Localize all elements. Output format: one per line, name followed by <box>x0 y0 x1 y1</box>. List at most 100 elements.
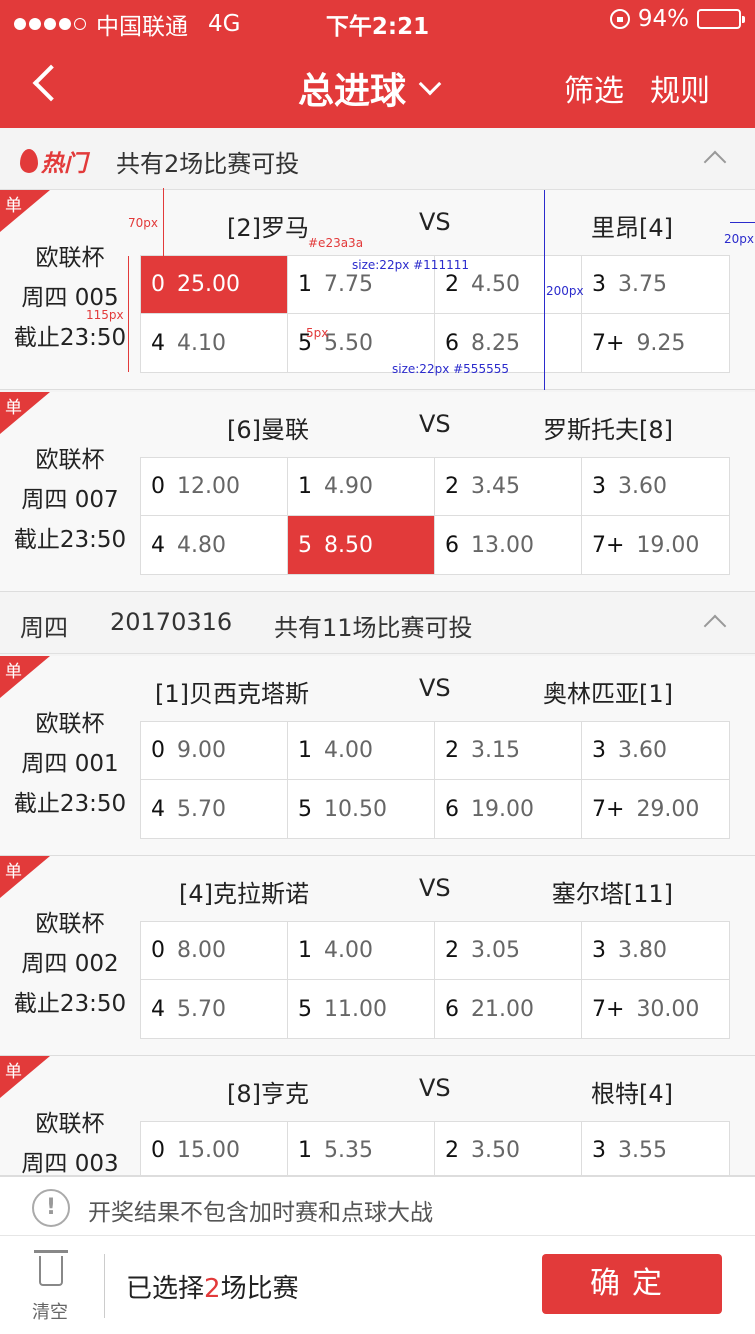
annotation-label: 70px <box>128 216 158 230</box>
goal-count: 3 <box>592 272 606 297</box>
annotation-label: #e23a3a <box>308 236 364 250</box>
goal-count: 3 <box>592 474 606 499</box>
goal-count: 7+ <box>592 996 625 1022</box>
odds-cell[interactable]: 2 3.50 <box>435 1122 582 1175</box>
goal-count: 5 <box>298 796 312 822</box>
odds-cell[interactable]: 7+ 9.25 <box>582 314 729 372</box>
confirm-button[interactable]: 确定 <box>542 1254 722 1314</box>
goal-count: 6 <box>445 996 459 1022</box>
trash-icon[interactable] <box>34 1248 68 1288</box>
day-section-summary: 共有11场比赛可投 <box>274 614 473 642</box>
single-tag: 单 <box>0 856 50 898</box>
odds-value: 21.00 <box>471 996 534 1022</box>
bottom-bar: 清空 已选择2场比赛 确定 <box>0 1236 755 1334</box>
odds-value: 3.55 <box>618 1138 667 1163</box>
goal-count: 7+ <box>592 330 625 356</box>
odds-grid: 0 8.00 1 4.00 2 3.05 3 3.80 4 5.70 5 11.00 6 21.00 7+ 3… <box>140 921 730 1039</box>
clear-button-label[interactable]: 清空 <box>32 1298 68 1324</box>
match-card: 单欧联杯 周四 002 截止23:50 [4]克拉斯诺 VS 塞尔塔[11] 0 8.00 1 4… <box>0 856 755 1056</box>
odds-value: 13.00 <box>471 532 534 558</box>
day-section-header[interactable]: 周四 20170316 共有11场比赛可投 <box>0 592 755 654</box>
odds-cell[interactable]: 4 4.80 <box>141 516 288 574</box>
odds-value: 5.70 <box>177 796 226 822</box>
goal-count: 1 <box>298 938 312 963</box>
annotation-line <box>730 222 755 223</box>
match-code: 周四 002 <box>21 951 119 977</box>
odds-cell[interactable]: 0 15.00 <box>141 1122 288 1175</box>
odds-cell[interactable]: 0 9.00 <box>141 722 288 780</box>
vs-label: VS <box>419 874 451 902</box>
odds-cell[interactable]: 6 19.00 <box>435 780 582 838</box>
info-icon: ! <box>32 1189 70 1227</box>
odds-cell[interactable]: 5 10.50 <box>288 780 435 838</box>
odds-cell[interactable]: 4 4.10 <box>141 314 288 372</box>
league-label: 欧联杯 <box>35 447 105 473</box>
odds-cell[interactable]: 1 5.35 <box>288 1122 435 1175</box>
hot-section-header[interactable]: 热门 共有2场比赛可投 <box>0 128 755 190</box>
notice-text: 开奖结果不包含加时赛和点球大战 <box>88 1200 433 1226</box>
odds-cell[interactable]: 1 4.00 <box>288 722 435 780</box>
league-label: 欧联杯 <box>35 245 105 271</box>
odds-cell[interactable]: 4 5.70 <box>141 780 288 838</box>
odds-cell[interactable]: 7+ 19.00 <box>582 516 729 574</box>
odds-cell[interactable]: 0 12.00 <box>141 458 288 516</box>
goal-count: 3 <box>592 1138 606 1163</box>
odds-value: 3.60 <box>618 474 667 499</box>
rules-button[interactable]: 规则 <box>650 66 710 110</box>
odds-value: 19.00 <box>471 796 534 822</box>
filter-button[interactable]: 筛选 <box>564 66 624 110</box>
odds-cell[interactable]: 6 13.00 <box>435 516 582 574</box>
goal-count: 1 <box>298 1138 312 1163</box>
odds-cell[interactable]: 0 25.00 <box>141 256 288 314</box>
league-label: 欧联杯 <box>35 711 105 737</box>
away-team: 根特[4] <box>591 1080 673 1108</box>
status-bar: 中国联通 4G 下午2:21 94% <box>0 0 755 42</box>
odds-cell[interactable]: 7+ 29.00 <box>582 780 729 838</box>
goal-count: 7+ <box>592 796 625 822</box>
odds-cell[interactable]: 0 8.00 <box>141 922 288 980</box>
odds-cell[interactable]: 3 3.60 <box>582 722 729 780</box>
odds-cell[interactable]: 5 8.50 <box>288 516 435 574</box>
annotation-label: 5px <box>306 326 329 340</box>
odds-cell[interactable]: 3 3.75 <box>582 256 729 314</box>
odds-value: 11.00 <box>324 996 387 1022</box>
odds-cell[interactable]: 5 11.00 <box>288 980 435 1038</box>
odds-value: 3.75 <box>618 272 667 297</box>
goal-count: 2 <box>445 474 459 499</box>
odds-cell[interactable]: 1 4.90 <box>288 458 435 516</box>
goal-count: 5 <box>298 532 312 558</box>
deadline-label: 截止23:50 <box>13 991 127 1017</box>
nav-bar: 总进球 筛选 规则 <box>0 42 755 128</box>
match-card: 单欧联杯 周四 005 截止23:50 [2]罗马 VS 里昂[4] 0 25.00 1 7.75… <box>0 190 755 390</box>
goal-count: 4 <box>151 532 165 558</box>
odds-cell[interactable]: 2 3.15 <box>435 722 582 780</box>
odds-cell[interactable]: 4 5.70 <box>141 980 288 1038</box>
odds-cell[interactable]: 3 3.55 <box>582 1122 729 1175</box>
odds-cell[interactable]: 3 3.80 <box>582 922 729 980</box>
odds-cell[interactable]: 2 3.05 <box>435 922 582 980</box>
hot-section-summary: 共有2场比赛可投 <box>116 150 300 178</box>
goal-count: 4 <box>151 996 165 1022</box>
collapse-icon[interactable] <box>703 150 727 174</box>
back-icon[interactable] <box>28 62 68 106</box>
odds-cell[interactable]: 6 21.00 <box>435 980 582 1038</box>
goal-count: 2 <box>445 938 459 963</box>
odds-grid: 0 25.00 1 7.75 2 4.50 3 3.75 4 4.10 5 5.50 6 8.25 7+ 9.… <box>140 255 730 373</box>
match-card: 单欧联杯 周四 007 截止23:50 [6]曼联 VS 罗斯托夫[8] 0 12.00 1 4.… <box>0 392 755 592</box>
goal-count: 4 <box>151 330 165 356</box>
odds-value: 5.70 <box>177 996 226 1022</box>
odds-cell[interactable]: 2 3.45 <box>435 458 582 516</box>
vs-label: VS <box>419 674 451 702</box>
odds-value: 4.50 <box>471 272 520 297</box>
deadline-label: 截止23:50 <box>13 791 127 817</box>
odds-cell[interactable]: 3 3.60 <box>582 458 729 516</box>
annotation-line <box>128 256 129 372</box>
divider <box>104 1254 105 1318</box>
odds-cell[interactable]: 7+ 30.00 <box>582 980 729 1038</box>
nav-title[interactable]: 总进球 <box>298 62 442 114</box>
rotation-lock-icon <box>609 9 630 29</box>
collapse-icon[interactable] <box>703 614 727 638</box>
odds-value: 12.00 <box>177 474 240 499</box>
odds-cell[interactable]: 1 4.00 <box>288 922 435 980</box>
home-team: [1]贝西克塔斯 <box>155 680 309 708</box>
